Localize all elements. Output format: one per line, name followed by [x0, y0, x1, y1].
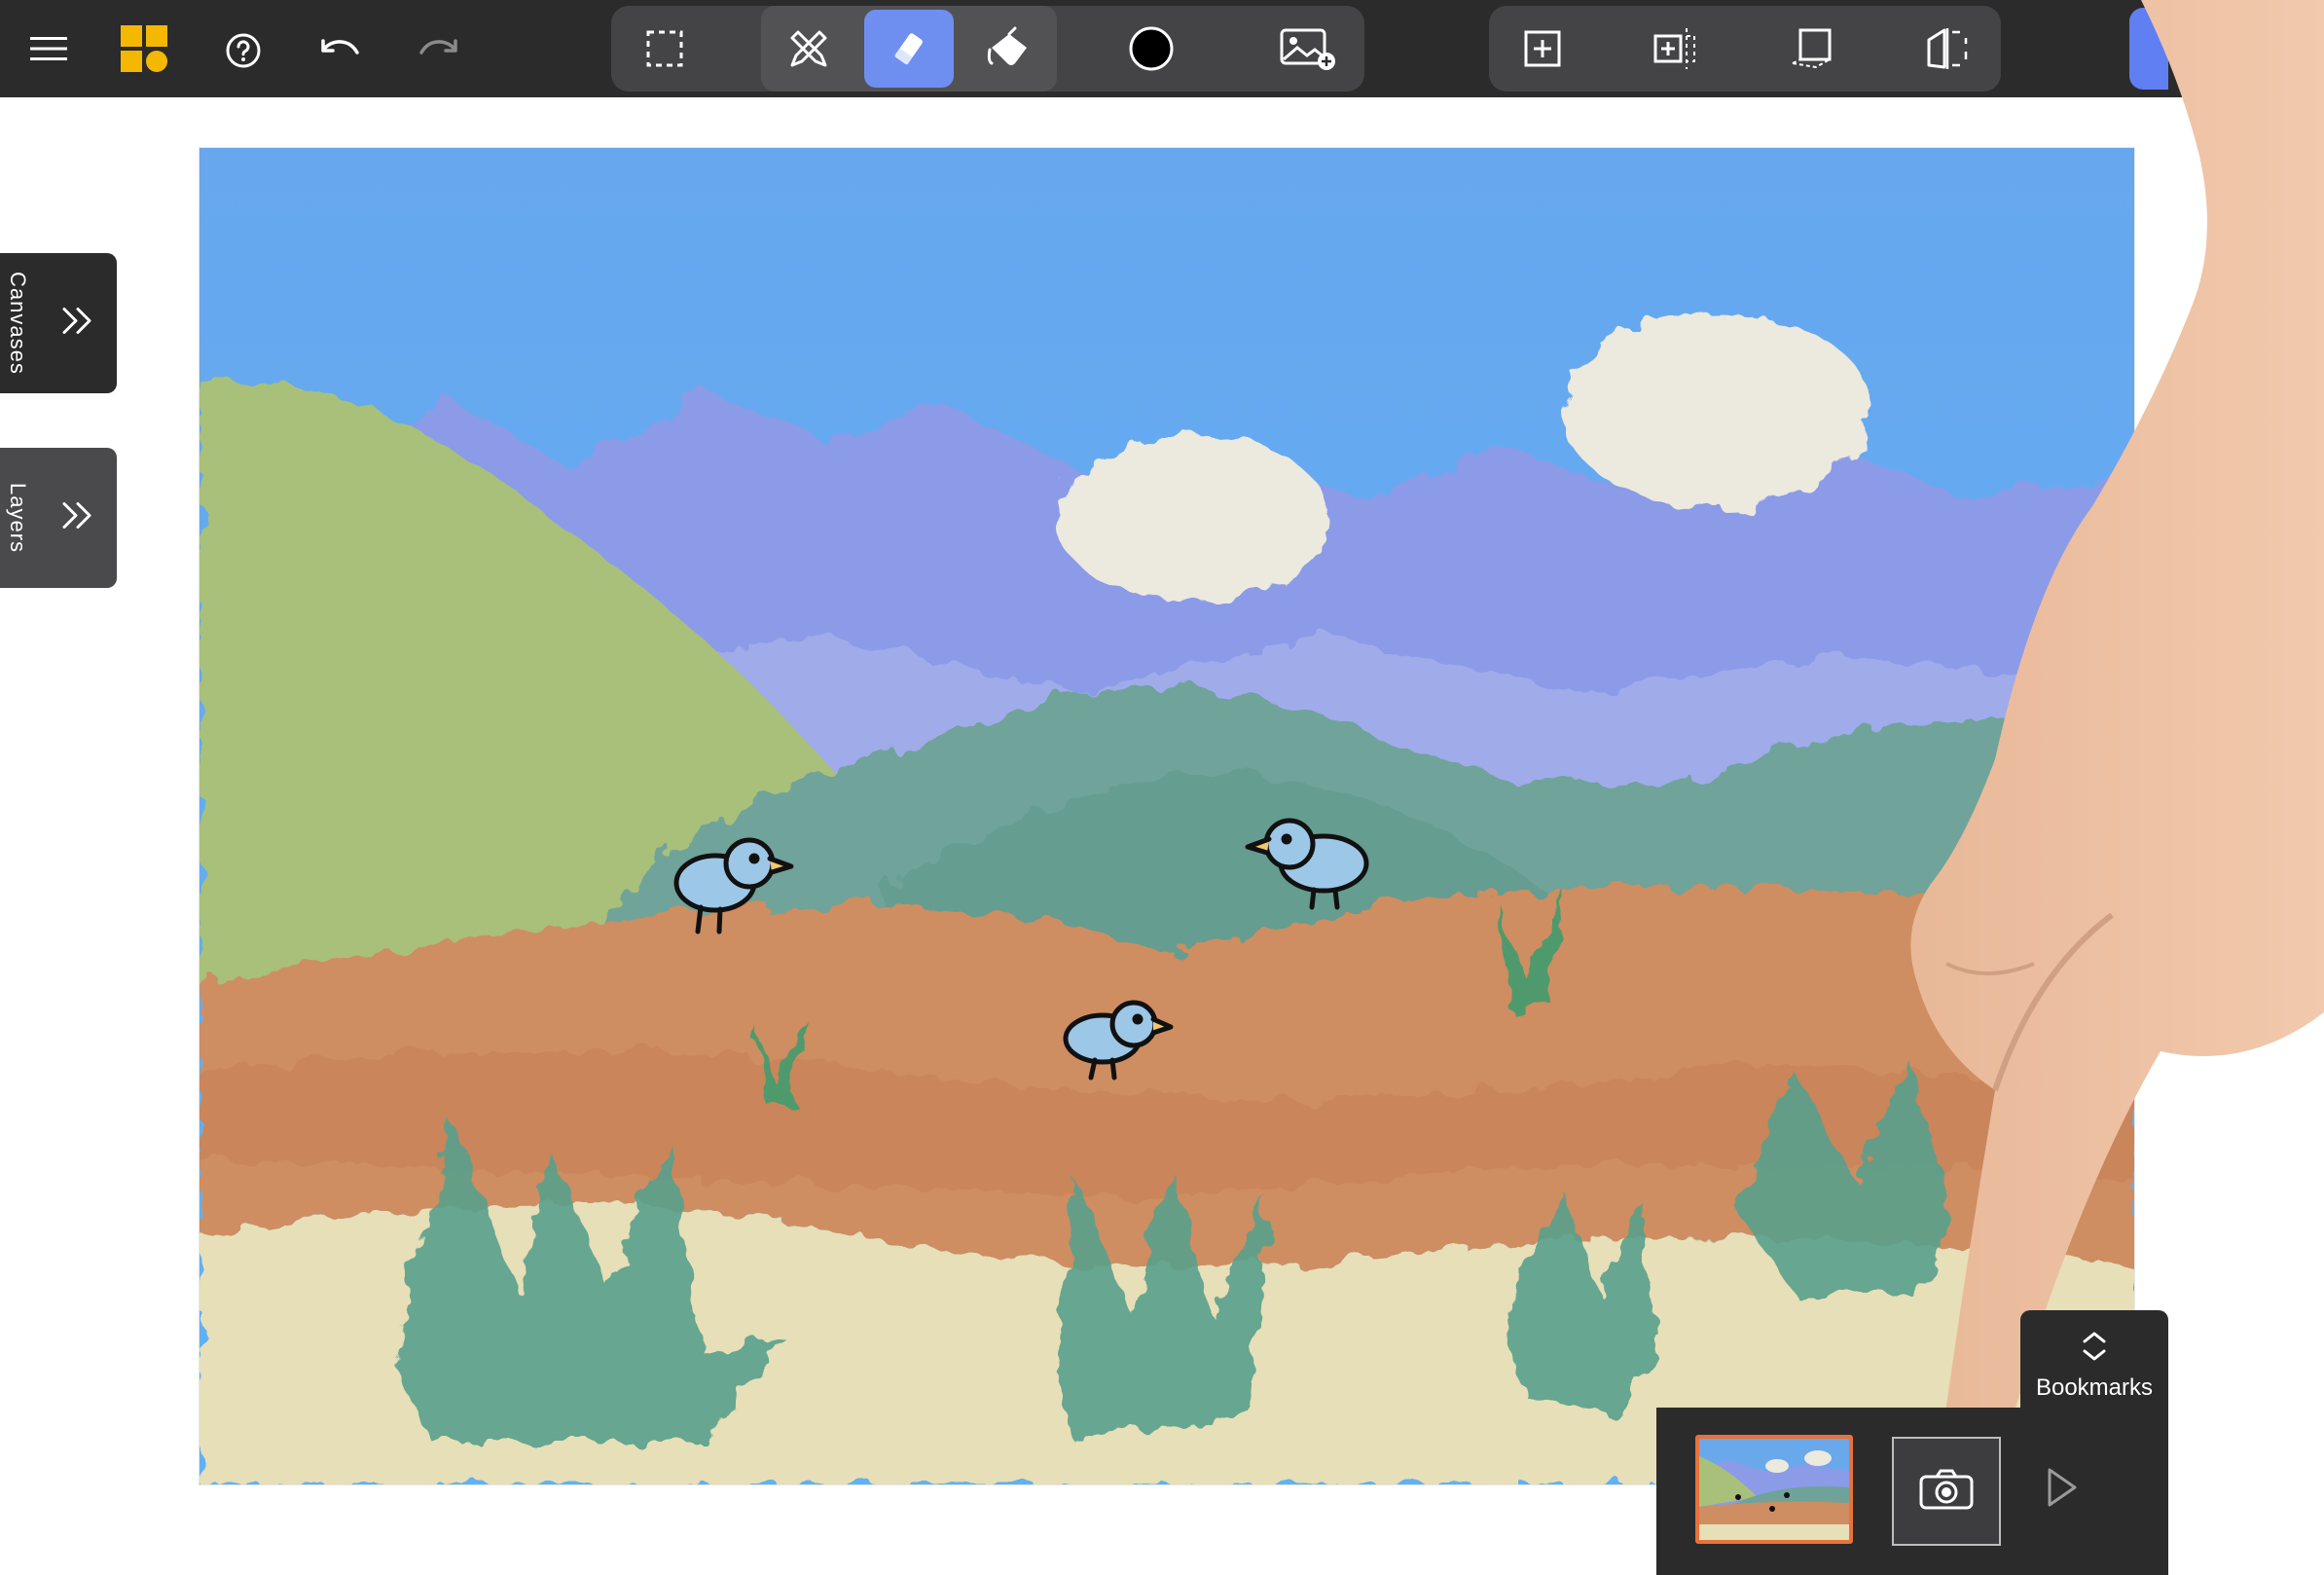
undo-icon — [320, 37, 361, 64]
menu-icon — [30, 36, 67, 61]
canvases-tab[interactable]: Canvases — [0, 253, 117, 393]
add-canvas-button[interactable] — [1503, 14, 1582, 84]
redo-button[interactable] — [411, 23, 465, 78]
add-canvas-icon — [1522, 28, 1563, 69]
color-picker-button[interactable] — [1111, 14, 1191, 84]
cloud-right — [1562, 313, 1873, 508]
bookmarks-panel — [1656, 1408, 2168, 1575]
resize-canvas-icon — [1652, 26, 1698, 71]
drawing-canvas[interactable] — [200, 148, 2134, 1484]
redo-icon — [418, 37, 458, 64]
flip-canvas-icon — [1925, 26, 1970, 71]
selection-tool-icon — [644, 28, 685, 69]
play-icon — [2046, 1468, 2079, 1513]
insert-image-button[interactable] — [1265, 14, 1353, 84]
pen-pencil-tool-icon — [786, 26, 831, 71]
resize-canvas-button[interactable] — [1635, 14, 1715, 84]
chevron-up-down-icon — [2079, 1330, 2110, 1368]
cloud-left — [1056, 434, 1328, 602]
top-toolbar — [0, 0, 2324, 97]
bookmarks-label: Bookmarks — [2035, 1374, 2154, 1401]
undo-button[interactable] — [313, 23, 368, 78]
canvas-painting — [200, 148, 2134, 1484]
panel-toggle-edge[interactable] — [2129, 8, 2168, 90]
fill-bucket-tool-button[interactable] — [969, 14, 1049, 84]
help-icon — [225, 32, 262, 69]
help-button[interactable] — [216, 23, 271, 78]
app-logo-icon — [121, 25, 167, 72]
menu-button[interactable] — [21, 21, 76, 76]
bookmark-thumbnail[interactable] — [1695, 1435, 1853, 1544]
transform-canvas-button[interactable] — [1771, 14, 1851, 84]
app-logo-button[interactable] — [119, 23, 169, 74]
canvases-tab-label-wrap: Canvases — [4, 253, 31, 393]
eraser-tool-button[interactable] — [868, 14, 950, 84]
bookmarks-toggle[interactable]: Bookmarks — [2020, 1310, 2168, 1408]
bookmark-thumbnail-image — [1699, 1439, 1849, 1540]
transform-canvas-icon — [1787, 26, 1835, 71]
add-bookmark-button[interactable] — [1892, 1437, 2001, 1546]
double-chevron-right-icon — [60, 501, 95, 535]
layers-tab[interactable]: Layers — [0, 448, 117, 588]
canvases-tab-label: Canvases — [6, 272, 30, 375]
flip-canvas-button[interactable] — [1907, 14, 1987, 84]
layers-tab-label: Layers — [6, 482, 30, 554]
layers-tab-label-wrap: Layers — [4, 448, 31, 588]
insert-image-icon — [1280, 26, 1338, 71]
double-chevron-right-icon — [60, 307, 95, 341]
pen-pencil-tool-button[interactable] — [769, 14, 849, 84]
play-bookmarks-button[interactable] — [2046, 1466, 2079, 1514]
eraser-tool-icon — [889, 28, 929, 69]
selection-tool-button[interactable] — [625, 14, 705, 84]
camera-icon — [1919, 1469, 1974, 1515]
fill-bucket-tool-icon — [986, 26, 1033, 71]
color-swatch-icon — [1128, 25, 1175, 72]
